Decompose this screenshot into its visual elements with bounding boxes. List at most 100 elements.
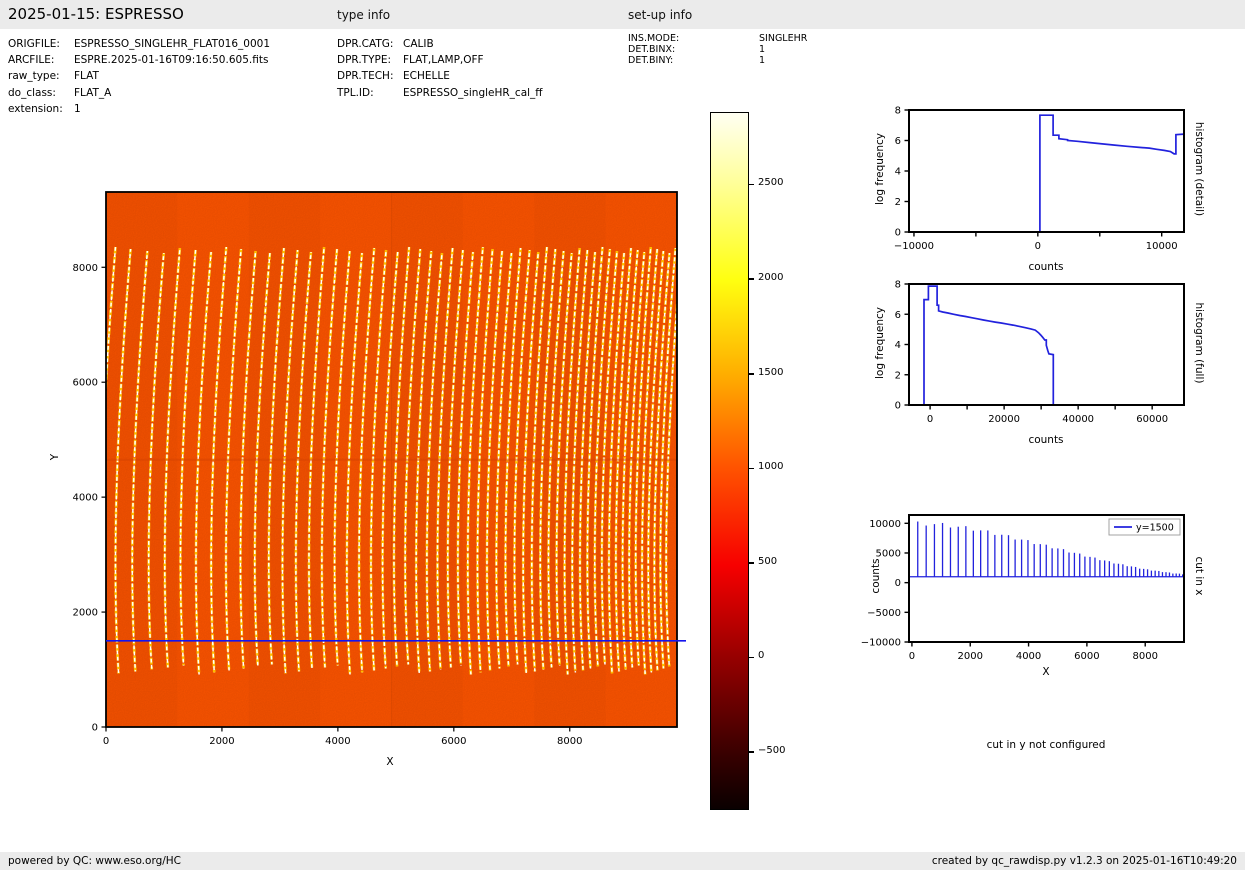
colorbar-tick	[748, 183, 754, 186]
footer-right-text: created by qc_rawdisp.py v1.2.3 on 2025-…	[931, 855, 1237, 867]
svg-text:4000: 4000	[325, 736, 350, 747]
histB-ylabel: log frequency	[874, 307, 886, 380]
colorbar-tick-label: 0	[758, 650, 765, 662]
svg-text:0: 0	[1035, 241, 1041, 252]
svg-text:4000: 4000	[1016, 651, 1041, 662]
info-row: ORIGFILE: ESPRESSO_SINGLEHR_FLAT016_0001	[8, 36, 270, 52]
page-title: 2025-01-15: ESPRESSO	[8, 5, 184, 23]
info-value: 1	[759, 44, 766, 56]
svg-text:0: 0	[909, 651, 915, 662]
info-label: raw_type:	[8, 70, 60, 83]
svg-text:4000: 4000	[73, 493, 98, 504]
svg-text:60000: 60000	[1136, 414, 1168, 425]
info-label: DPR.TECH:	[337, 70, 394, 83]
info-value: FLAT_A	[74, 86, 112, 99]
info-label: ARCFILE:	[8, 54, 55, 67]
info-value: FLAT	[74, 70, 99, 83]
footer-left-text: powered by QC: www.eso.org/HC	[8, 855, 182, 867]
cut-in-y-note: cut in y not configured	[986, 739, 1106, 751]
svg-text:2: 2	[895, 197, 901, 208]
info-row: DET.BINY: 1	[628, 55, 807, 66]
info-label: extension:	[8, 102, 63, 115]
info-value: FLAT,LAMP,OFF	[403, 54, 484, 67]
histB-xlabel: counts	[1028, 434, 1064, 446]
info-row: DPR.TECH: ECHELLE	[337, 68, 543, 84]
info-value: CALIB	[403, 38, 434, 50]
main-xaxis-label: X	[386, 756, 394, 768]
colorbar-tick	[748, 373, 754, 375]
histA-side-label: histogram (detail)	[1193, 121, 1205, 217]
svg-text:2000: 2000	[958, 651, 983, 662]
info-label: DET.BINX:	[628, 44, 676, 56]
svg-text:8: 8	[895, 106, 901, 117]
info-label: DPR.TYPE:	[337, 54, 392, 67]
histogram-full-plot: 0 20000 40000 60000 0 2 4 6 8	[895, 280, 1185, 425]
svg-text:y=1500: y=1500	[1136, 523, 1174, 534]
colorbar-tick	[748, 562, 754, 564]
info-label: DPR.CATG:	[337, 38, 394, 50]
svg-text:10000: 10000	[1146, 241, 1178, 252]
cut-xlabel: X	[1042, 666, 1050, 678]
svg-text:8000: 8000	[557, 736, 582, 747]
raw-image-plot: 0 2000 4000 6000 8000 0 2000 4000 6000 8000	[73, 191, 686, 747]
colorbar-tick	[748, 656, 754, 659]
colorbar-tick-label: −500	[758, 744, 786, 756]
svg-text:−10000: −10000	[861, 638, 901, 649]
colorbar-tick-label: 1500	[758, 366, 784, 378]
colorbar-gradient	[710, 112, 749, 810]
svg-text:0: 0	[895, 228, 901, 239]
info-label: TPL.ID:	[337, 86, 374, 99]
svg-text:4: 4	[895, 340, 901, 351]
svg-text:0: 0	[103, 736, 109, 747]
header-bar	[0, 0, 1245, 29]
info-row: INS.MODE: SINGLEHR	[628, 33, 807, 44]
colorbar-tick	[748, 751, 754, 753]
info-value: ESPRE.2025-01-16T09:16:50.605.fits	[74, 54, 269, 67]
svg-text:0: 0	[92, 723, 98, 734]
info-row: do_class: FLAT_A	[8, 85, 270, 101]
histogram-detail-plot: −10000 0 10000 0 2 4 6 8	[894, 106, 1185, 252]
svg-text:6000: 6000	[1074, 651, 1099, 662]
info-row: raw_type: FLAT	[8, 68, 270, 84]
svg-text:20000: 20000	[988, 414, 1020, 425]
svg-text:6000: 6000	[441, 736, 466, 747]
info-label: DET.BINY:	[628, 55, 674, 67]
main-yaxis-label: Y	[49, 453, 61, 461]
info-row: ARCFILE: ESPRE.2025-01-16T09:16:50.605.fi…	[8, 52, 270, 68]
cut-ylabel: counts	[870, 558, 882, 594]
info-row: DPR.TYPE: FLAT,LAMP,OFF	[337, 52, 543, 68]
svg-text:0: 0	[927, 414, 933, 425]
svg-text:8: 8	[895, 280, 901, 291]
colorbar-tick-label: 1000	[758, 461, 784, 473]
info-row: DPR.CATG: CALIB	[337, 36, 543, 52]
qc-report-page: 2025-01-15: ESPRESSO type info set-up in…	[0, 0, 1245, 870]
svg-text:8000: 8000	[73, 263, 98, 274]
histA-ylabel: log frequency	[874, 133, 886, 206]
colorbar-tick-label: 500	[758, 555, 778, 567]
colorbar-tick	[748, 278, 754, 280]
file-info-list: ORIGFILE: ESPRESSO_SINGLEHR_FLAT016_0001 A…	[8, 36, 270, 117]
svg-text:0: 0	[895, 578, 901, 589]
info-value: ESPRESSO_SINGLEHR_FLAT016_0001	[74, 38, 271, 50]
setup-info-heading: set-up info	[628, 8, 693, 22]
type-info-heading: type info	[337, 8, 391, 22]
info-value: 1	[759, 55, 766, 67]
svg-text:2000: 2000	[209, 736, 234, 747]
info-value: ESPRESSO_singleHR_cal_ff	[403, 86, 543, 99]
info-row: DET.BINX: 1	[628, 44, 807, 55]
type-info-list: DPR.CATG: CALIB DPR.TYPE: FLAT,LAMP,OFF DPR.…	[337, 36, 543, 101]
svg-text:6000: 6000	[73, 378, 98, 389]
info-label: do_class:	[8, 86, 56, 99]
info-row: extension: 1	[8, 101, 270, 117]
colorbar-tick-label: 2500	[758, 177, 784, 189]
info-value: SINGLEHR	[759, 33, 808, 44]
info-row: TPL.ID: ESPRESSO_singleHR_cal_ff	[337, 85, 543, 101]
svg-text:40000: 40000	[1062, 414, 1094, 425]
svg-text:6: 6	[895, 310, 901, 321]
colorbar: 2500 2000 1500 1000 500 0 −500	[710, 112, 830, 812]
svg-text:2: 2	[895, 370, 901, 381]
info-label: ORIGFILE:	[8, 38, 60, 50]
info-value: ECHELLE	[403, 70, 450, 83]
svg-text:8000: 8000	[1132, 651, 1157, 662]
info-value: 1	[74, 102, 81, 115]
